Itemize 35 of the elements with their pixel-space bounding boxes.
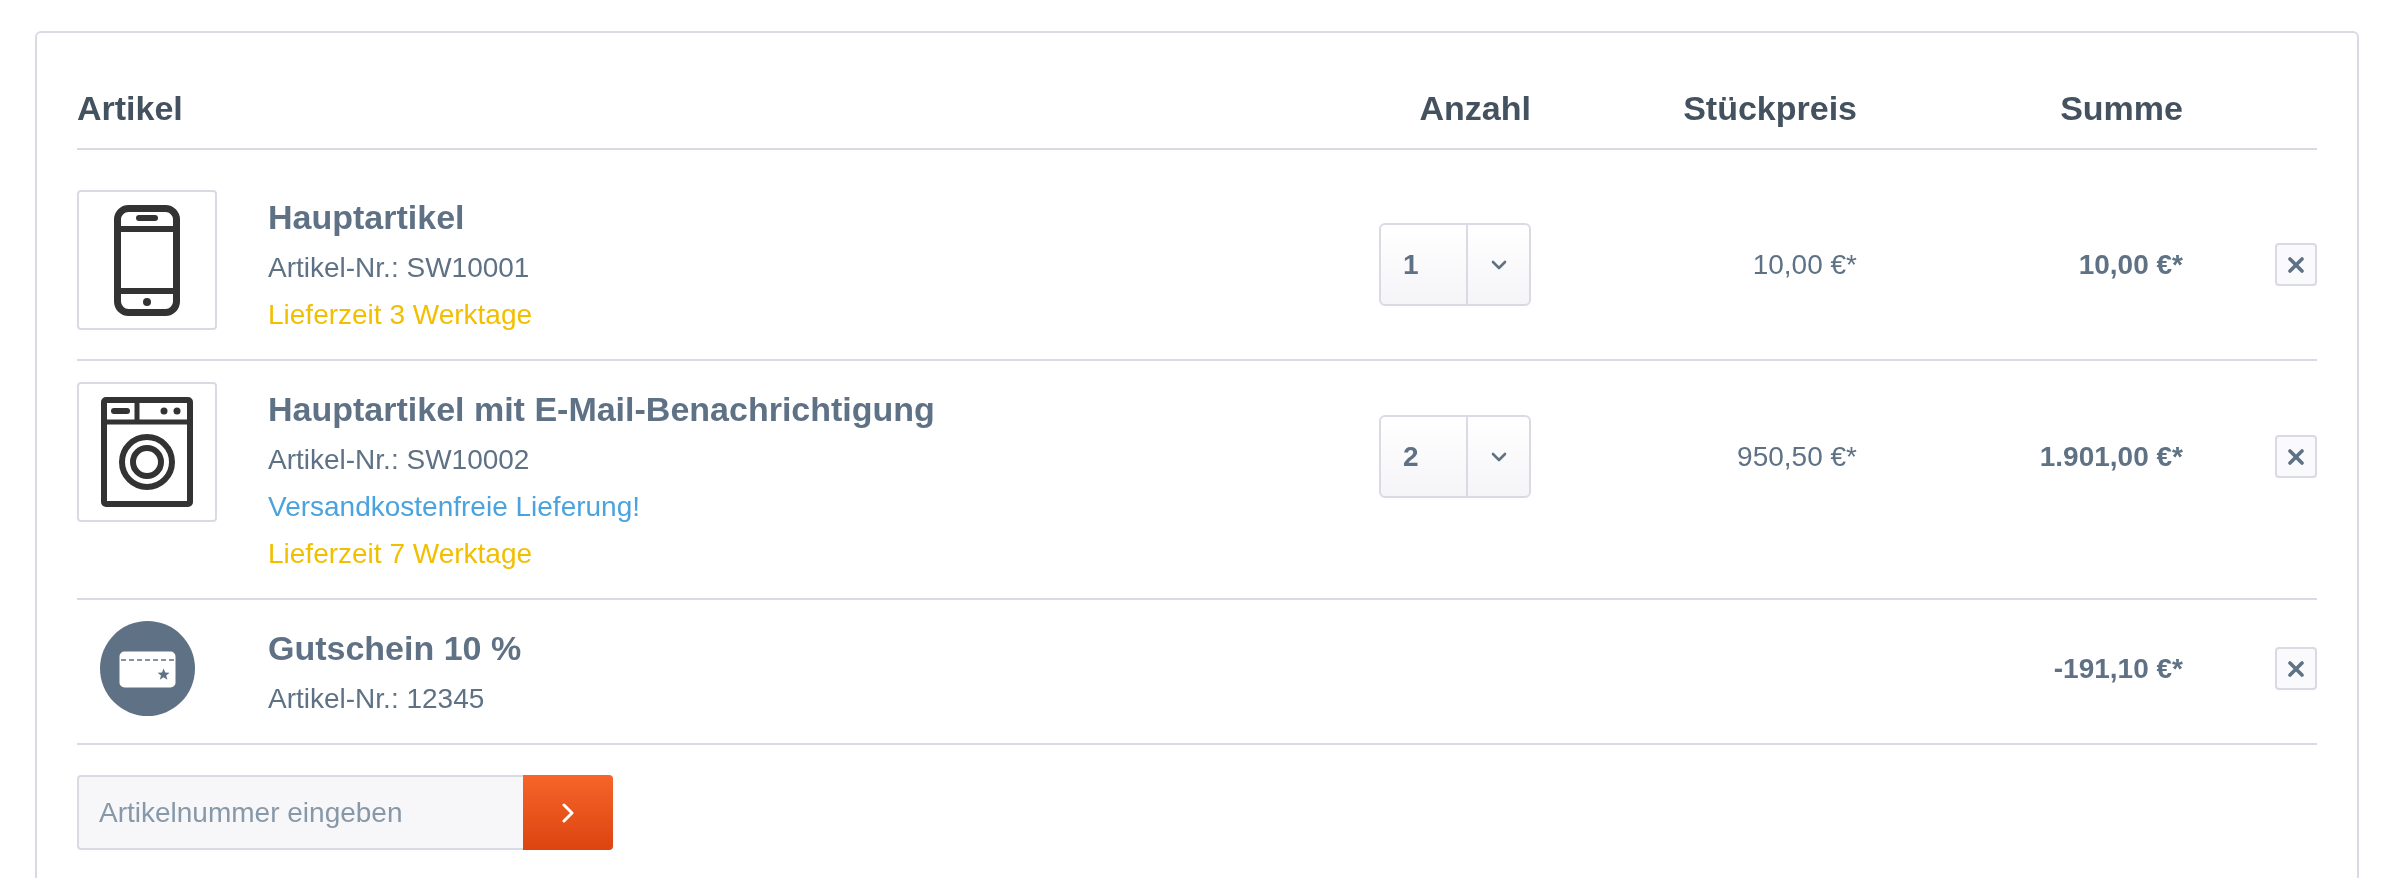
column-header: Stückpreis (1683, 88, 1857, 129)
article-number-field[interactable]: Artikelnummer eingeben (77, 775, 523, 850)
close-icon (2288, 448, 2304, 465)
washing-machine-icon (101, 397, 193, 507)
line-total: 10,00 €* (2078, 247, 2183, 282)
remove-button[interactable] (2275, 435, 2317, 478)
line-total: -191,10 €* (2053, 651, 2183, 686)
column-header: Summe (2060, 88, 2183, 129)
delivery-time: Lieferzeit 3 Werktage (268, 298, 533, 332)
phone-icon (114, 204, 180, 316)
article-number: Artikel-Nr.: SW10002 (268, 443, 530, 477)
chevron-right-icon (562, 802, 574, 823)
unit-price: 950,50 €* (1737, 439, 1857, 474)
remove-button[interactable] (2275, 647, 2317, 690)
product-name[interactable]: Hauptartikel (268, 190, 465, 244)
product-name[interactable]: Hauptartikel mit E-Mail-Benachrichtigung (268, 382, 935, 436)
unit-price: 10,00 €* (1752, 247, 1857, 282)
remove-button[interactable] (2275, 243, 2317, 286)
quantity-select[interactable]: 1 (1379, 223, 1531, 306)
line-total: 1.901,00 €* (2039, 439, 2183, 474)
voucher-name: Gutschein 10 % (268, 628, 522, 669)
article-number: Artikel-Nr.: 12345 (268, 682, 485, 716)
close-icon (2288, 660, 2304, 677)
product-thumbnail[interactable] (77, 382, 217, 522)
article-number: Artikel-Nr.: SW10001 (268, 251, 530, 285)
product-thumbnail[interactable] (77, 190, 217, 330)
close-icon (2288, 256, 2304, 273)
quantity-select[interactable]: 2 (1379, 415, 1531, 498)
column-header: Artikel (77, 88, 183, 129)
chevron-down-icon (1490, 451, 1507, 462)
column-header: Anzahl (1419, 88, 1531, 129)
card-icon (99, 621, 195, 716)
delivery-time: Lieferzeit 7 Werktage (268, 537, 533, 571)
shipping-note: Versandkostenfreie Lieferung! (268, 490, 641, 524)
chevron-down-icon (1490, 259, 1507, 270)
